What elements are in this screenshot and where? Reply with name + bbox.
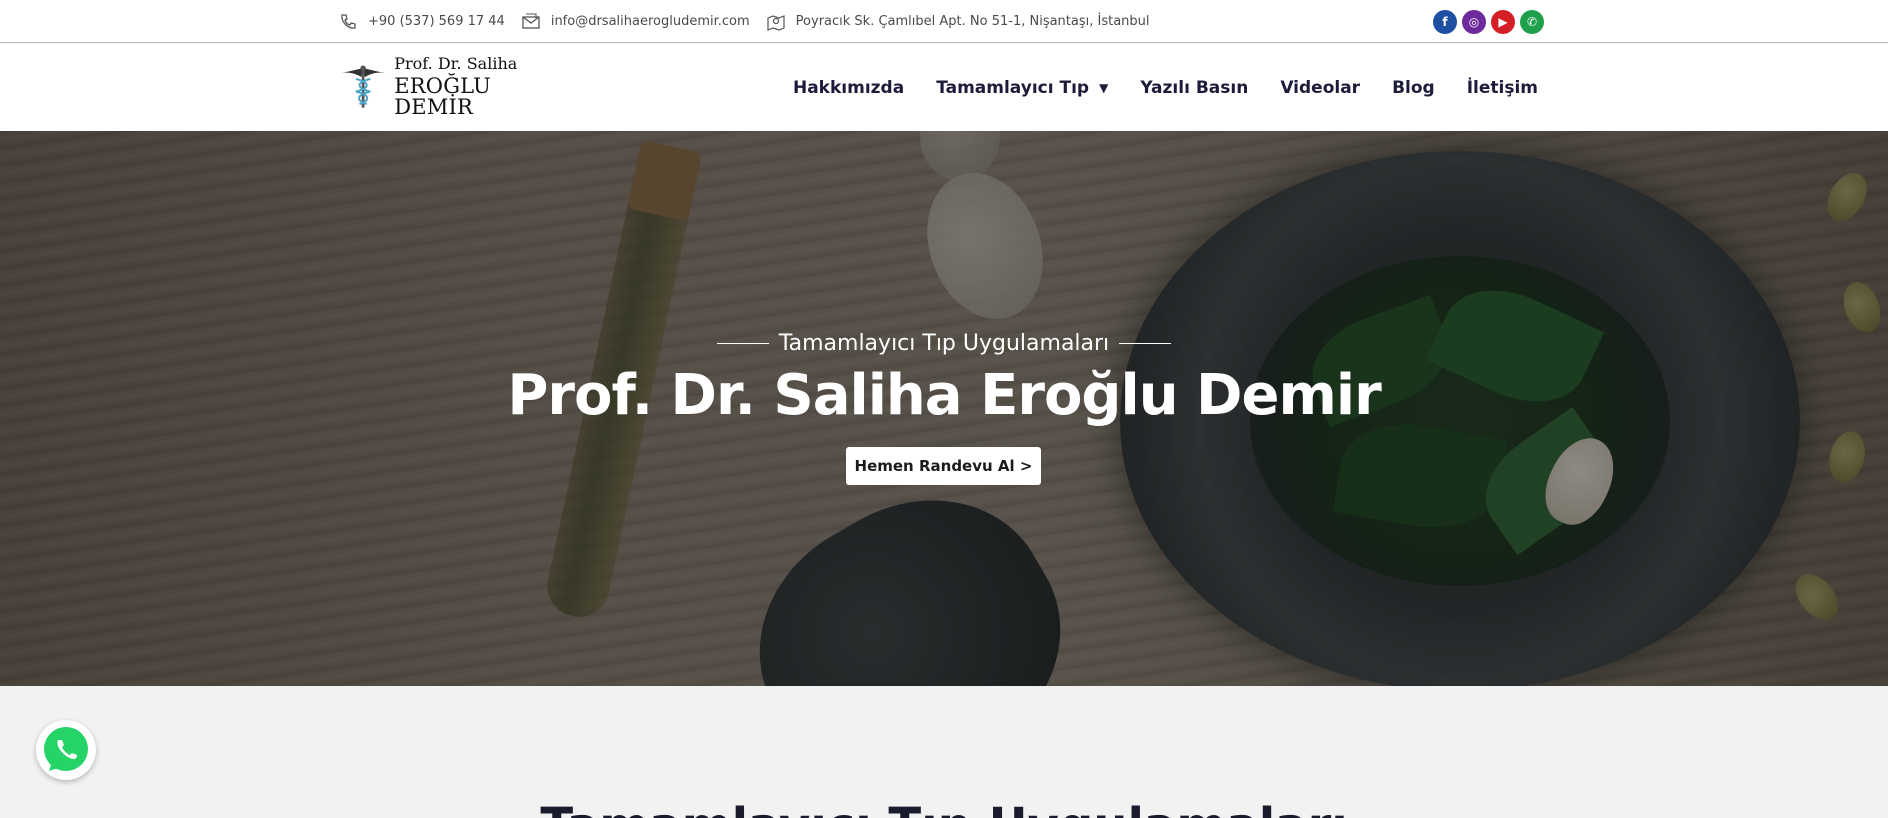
logo-text: Prof. Dr. Saliha EROĞLU DEMİR [394,56,558,118]
logo-line-2: EROĞLU DEMİR [394,74,492,119]
nav-item-videolar[interactable]: Videolar [1280,78,1360,98]
contact-phone[interactable]: +90 (537) 569 17 44 [338,12,505,32]
divider [716,343,769,344]
site-logo[interactable]: Prof. Dr. Saliha EROĞLU DEMİR [338,56,558,118]
contact-topbar-inner: +90 (537) 569 17 44 info@drsalihaeroglud… [338,0,1544,43]
nav-item-blog[interactable]: Blog [1392,78,1435,98]
chevron-down-icon: ▼ [1099,80,1109,95]
page: +90 (537) 569 17 44 info@drsalihaeroglud… [0,0,1888,818]
nav-item-yazili-basin[interactable]: Yazılı Basın [1140,78,1248,98]
hero-content: Tamamlayıcı Tıp Uygulamaları Prof. Dr. S… [0,131,1888,686]
whatsapp-float-button[interactable] [36,720,96,780]
main-nav: Hakkımızda Tamamlayıcı Tıp ▼ Yazılı Bası… [761,44,1538,131]
contact-list: +90 (537) 569 17 44 info@drsalihaeroglud… [338,12,1166,32]
hero-eyebrow: Tamamlayıcı Tıp Uygulamaları [0,331,1888,356]
nav-item-iletisim[interactable]: İletişim [1467,78,1538,98]
contact-email-text: info@drsalihaerogludemir.com [550,14,750,29]
instagram-icon[interactable]: ◎ [1462,9,1486,34]
whatsapp-icon[interactable]: ✆ [1520,9,1544,34]
contact-phone-text: +90 (537) 569 17 44 [368,14,505,29]
envelope-icon [522,12,540,29]
caduceus-icon [339,65,387,108]
hero-title: Prof. Dr. Saliha Eroğlu Demir [507,363,1381,428]
appointment-button[interactable]: Hemen Randevu Al > [846,447,1041,485]
contact-address[interactable]: Poyracık Sk. Çamlıbel Apt. No 51-1, Nişa… [766,12,1150,32]
contact-email[interactable]: info@drsalihaerogludemir.com [521,12,750,32]
contact-topbar: +90 (537) 569 17 44 info@drsalihaeroglud… [0,0,1888,43]
site-header: Prof. Dr. Saliha EROĞLU DEMİR Hakkımızda… [0,44,1888,131]
section-heading: Tamamlayıcı Tıp Uygulamaları [0,798,1888,818]
map-pin-icon [767,14,785,31]
hero-eyebrow-text: Tamamlayıcı Tıp Uygulamaları [778,331,1110,356]
divider [1119,343,1172,344]
youtube-icon[interactable]: ▶ [1491,9,1515,34]
hero-banner: Tamamlayıcı Tıp Uygulamaları Prof. Dr. S… [0,131,1888,686]
logo-line-1: Prof. Dr. Saliha [394,54,518,73]
social-links: f ◎ ▶ ✆ [1428,9,1544,34]
nav-item-hakkimizda[interactable]: Hakkımızda [793,78,904,98]
facebook-icon[interactable]: f [1433,9,1457,34]
whatsapp-icon [44,727,88,771]
phone-icon [341,13,356,29]
contact-address-text: Poyracık Sk. Çamlıbel Apt. No 51-1, Nişa… [795,14,1150,29]
nav-item-tamamlayici-tip[interactable]: Tamamlayıcı Tıp ▼ [936,78,1108,98]
